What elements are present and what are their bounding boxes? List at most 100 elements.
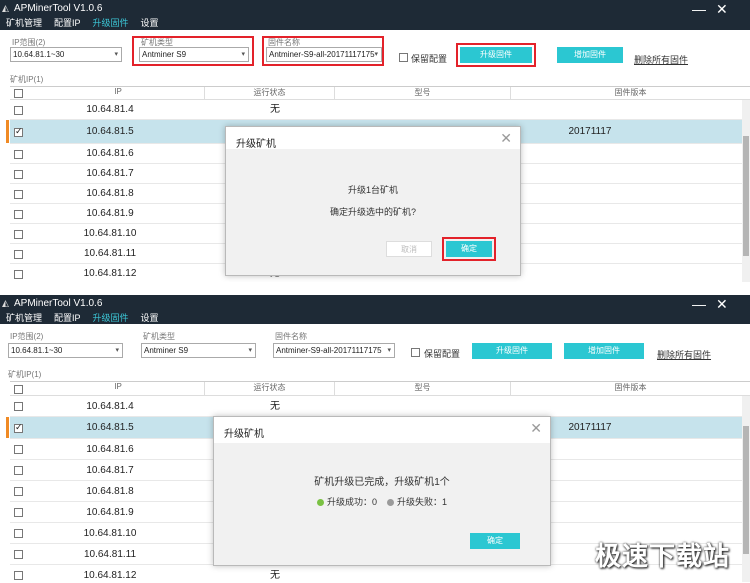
ip-cell: 10.64.81.6 xyxy=(86,148,134,159)
dialog-message-complete: 矿机升级已完成，升级矿机1个 xyxy=(314,477,450,488)
column-header-status[interactable]: 运行状态 xyxy=(204,382,334,395)
status-cell: 无 xyxy=(270,401,280,412)
cancel-button[interactable]: 取消 xyxy=(386,241,432,257)
highlight-box xyxy=(442,237,496,261)
fail-indicator: 升级失败：1 xyxy=(387,497,447,507)
keep-config-checkbox[interactable] xyxy=(399,53,408,62)
column-header-model[interactable]: 型号 xyxy=(334,382,510,395)
ip-cell: 10.64.81.4 xyxy=(86,401,134,412)
title-bar: ◭ APMinerTool V1.0.6 — ✕ 矿机管理 配置IP 升级固件 … xyxy=(0,295,750,324)
main-content: IP范围(2) 10.64.81.1~30 ▾ 矿机类型 Antminer S9 ▾… xyxy=(0,324,750,583)
ip-cell: 10.64.81.11 xyxy=(83,549,137,560)
column-header-firmware[interactable]: 固件版本 xyxy=(510,382,750,395)
ip-cell: 10.64.81.10 xyxy=(83,228,137,239)
grid-label: 矿机IP(1) xyxy=(10,75,44,84)
ip-range-label: IP范围(2) xyxy=(10,332,44,341)
column-header-ip[interactable]: IP xyxy=(26,87,210,99)
menu-settings[interactable]: 设置 xyxy=(141,17,159,30)
dialog-body: 矿机升级已完成，升级矿机1个 升级成功：0 升级失败：1 确定 xyxy=(214,443,550,565)
scrollbar-thumb[interactable] xyxy=(743,426,749,554)
menu-miner-manage[interactable]: 矿机管理 xyxy=(6,17,42,30)
screenshot-confirm-upgrade: ◭ APMinerTool V1.0.6 — ✕ 矿机管理 配置IP 升级固件 … xyxy=(0,0,750,282)
vertical-scrollbar[interactable] xyxy=(742,396,750,582)
dialog-message-count: 升级1台矿机 xyxy=(347,185,398,195)
miner-type-select[interactable]: Antminer S9 ▾ xyxy=(141,343,256,358)
success-count: 升级成功：0 xyxy=(326,497,377,507)
app-logo-icon: ◭ xyxy=(2,3,9,13)
highlight-box xyxy=(262,36,384,66)
column-header-ip[interactable]: IP xyxy=(26,382,210,395)
close-button[interactable]: ✕ xyxy=(716,296,728,312)
table-header: IP 运行状态 型号 固件版本 xyxy=(10,86,750,100)
add-firmware-button[interactable]: 增加固件 xyxy=(557,47,623,63)
close-icon[interactable]: ✕ xyxy=(500,130,512,147)
ip-cell: 10.64.81.8 xyxy=(86,188,134,199)
vertical-scrollbar[interactable] xyxy=(742,100,750,282)
select-all-checkbox[interactable] xyxy=(14,385,23,394)
fail-dot-icon xyxy=(387,499,394,507)
menu-upgrade-firmware[interactable]: 升级固件 xyxy=(93,17,129,30)
ip-cell: 10.64.81.5 xyxy=(86,422,134,433)
column-header-status[interactable]: 运行状态 xyxy=(204,87,334,99)
miner-type-label: 矿机类型 xyxy=(143,332,175,341)
site-watermark: 极速下载站 xyxy=(594,541,730,571)
dialog-result-summary: 升级成功：0 升级失败：1 xyxy=(214,495,550,508)
column-header-model[interactable]: 型号 xyxy=(334,87,510,99)
main-content: IP范围(2) 10.64.81.1~30 ▾ 矿机类型 Antminer S9 ▾… xyxy=(0,30,750,282)
close-icon[interactable]: ✕ xyxy=(530,420,542,437)
ip-cell: 10.64.81.7 xyxy=(86,465,134,476)
upgrade-firmware-button[interactable]: 升级固件 xyxy=(472,343,552,359)
minimize-button[interactable]: — xyxy=(692,296,706,312)
menu-bar: 矿机管理 配置IP 升级固件 设置 xyxy=(0,17,165,30)
firmware-select[interactable]: Antminer-S9-all-20171117175 ▾ xyxy=(273,343,395,358)
ip-cell: 10.64.81.12 xyxy=(83,570,137,581)
ip-cell: 10.64.81.7 xyxy=(86,168,134,179)
firmware-label: 固件名称 xyxy=(275,332,307,341)
result-dialog: 升级矿机 ✕ 矿机升级已完成，升级矿机1个 升级成功：0 升级失败：1 确定 xyxy=(213,416,551,566)
keep-config-checkbox[interactable] xyxy=(411,348,420,357)
close-button[interactable]: ✕ xyxy=(716,1,728,17)
chevron-down-icon: ▾ xyxy=(387,347,391,354)
keep-config-label: 保留配置 xyxy=(411,54,448,64)
table-row[interactable]: 10.64.81.4 无 xyxy=(10,100,750,120)
ip-cell: 10.64.81.10 xyxy=(83,528,137,539)
chevron-down-icon: ▾ xyxy=(248,347,252,354)
chevron-down-icon: ▾ xyxy=(114,51,118,58)
ip-range-select[interactable]: 10.64.81.1~30 ▾ xyxy=(10,47,122,62)
minimize-button[interactable]: — xyxy=(692,1,706,17)
add-firmware-button[interactable]: 增加固件 xyxy=(564,343,644,359)
separator xyxy=(0,282,750,295)
highlight-box xyxy=(132,36,254,66)
status-cell: 无 xyxy=(270,570,280,581)
select-all-checkbox[interactable] xyxy=(14,89,23,98)
ip-cell: 10.64.81.9 xyxy=(86,208,134,219)
grid-label: 矿机IP(1) xyxy=(8,370,42,379)
ok-button[interactable]: 确定 xyxy=(470,533,520,549)
ip-cell: 10.64.81.11 xyxy=(83,248,137,259)
screenshot-upgrade-result: ◭ APMinerTool V1.0.6 — ✕ 矿机管理 配置IP 升级固件 … xyxy=(0,295,750,583)
ip-cell: 10.64.81.12 xyxy=(83,268,137,279)
keep-config-label: 保留配置 xyxy=(424,349,461,359)
confirm-dialog: 升级矿机 ✕ 升级1台矿机 确定升级选中的矿机? 取消 确定 xyxy=(225,126,521,276)
app-title: APMinerTool V1.0.6 xyxy=(14,3,103,14)
ip-cell: 10.64.81.5 xyxy=(86,126,134,137)
firmware-cell: 20171117 xyxy=(568,126,612,137)
table-row[interactable]: 10.64.81.4 无 xyxy=(10,396,750,417)
ip-cell: 10.64.81.8 xyxy=(86,486,134,497)
success-dot-icon xyxy=(316,499,324,507)
delete-all-firmware-link[interactable]: 删除所有固件 xyxy=(657,348,711,361)
ip-cell: 10.64.81.9 xyxy=(86,507,134,518)
chevron-down-icon: ▾ xyxy=(115,347,119,354)
column-header-firmware[interactable]: 固件版本 xyxy=(510,87,750,99)
highlight-box xyxy=(456,43,536,67)
success-indicator: 升级成功：0 xyxy=(316,497,377,507)
scrollbar-thumb[interactable] xyxy=(743,136,749,256)
delete-all-firmware-link[interactable]: 删除所有固件 xyxy=(634,53,688,66)
dialog-message-confirm: 确定升级选中的矿机? xyxy=(329,207,416,217)
table-header: IP 运行状态 型号 固件版本 xyxy=(10,381,750,396)
ip-range-select[interactable]: 10.64.81.1~30 ▾ xyxy=(8,343,123,358)
dialog-title: 升级矿机 xyxy=(224,429,264,440)
menu-config-ip[interactable]: 配置IP xyxy=(54,17,81,30)
app-title: APMinerTool V1.0.6 xyxy=(14,298,103,309)
ip-cell: 10.64.81.6 xyxy=(86,444,134,455)
